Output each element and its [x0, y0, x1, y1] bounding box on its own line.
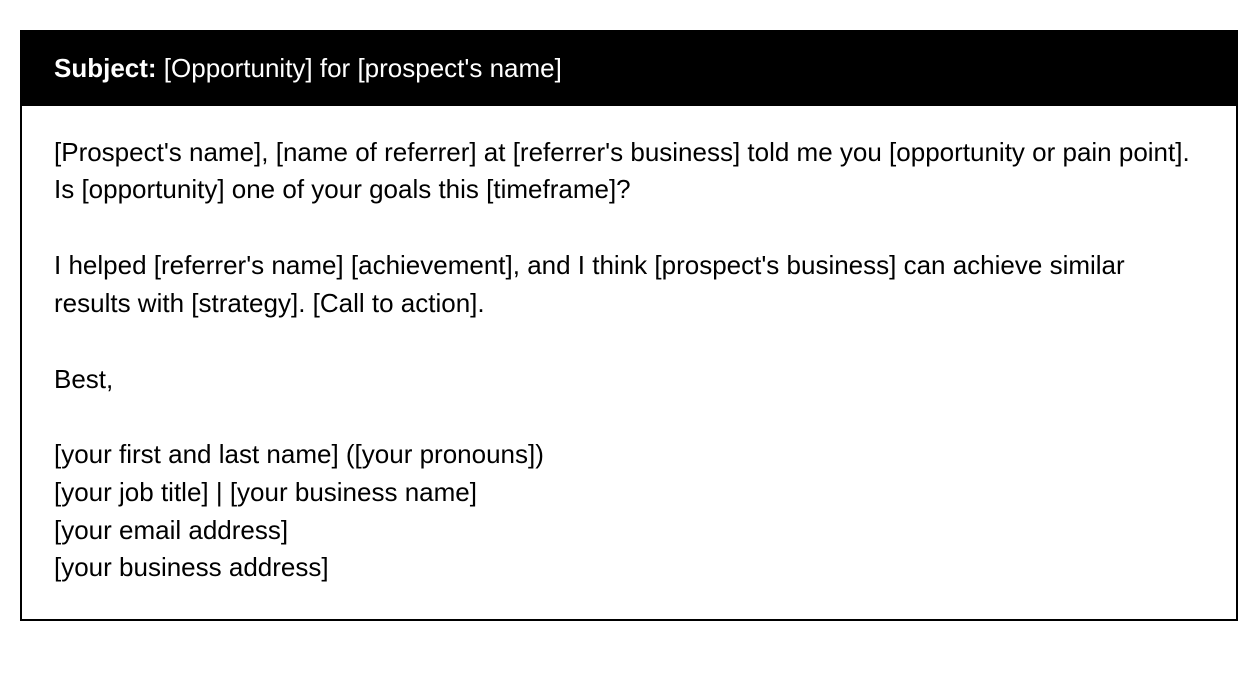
body-paragraph-1: [Prospect's name], [name of referrer] at…: [54, 134, 1204, 209]
email-template-container: Subject: [Opportunity] for [prospect's n…: [20, 30, 1238, 621]
signature-name-pronouns: [your first and last name] ([your pronou…: [54, 436, 1204, 474]
signature-email: [your email address]: [54, 512, 1204, 550]
signature-title-business: [your job title] | [your business name]: [54, 474, 1204, 512]
subject-bar: Subject: [Opportunity] for [prospect's n…: [22, 32, 1236, 106]
closing-salutation: Best,: [54, 361, 1204, 399]
signature-address: [your business address]: [54, 549, 1204, 587]
subject-label: Subject:: [54, 53, 157, 83]
signature-block: [your first and last name] ([your pronou…: [54, 436, 1204, 587]
subject-text: [Opportunity] for [prospect's name]: [157, 53, 562, 83]
body-paragraph-2: I helped [referrer's name] [achievement]…: [54, 247, 1204, 322]
email-body: [Prospect's name], [name of referrer] at…: [22, 106, 1236, 619]
